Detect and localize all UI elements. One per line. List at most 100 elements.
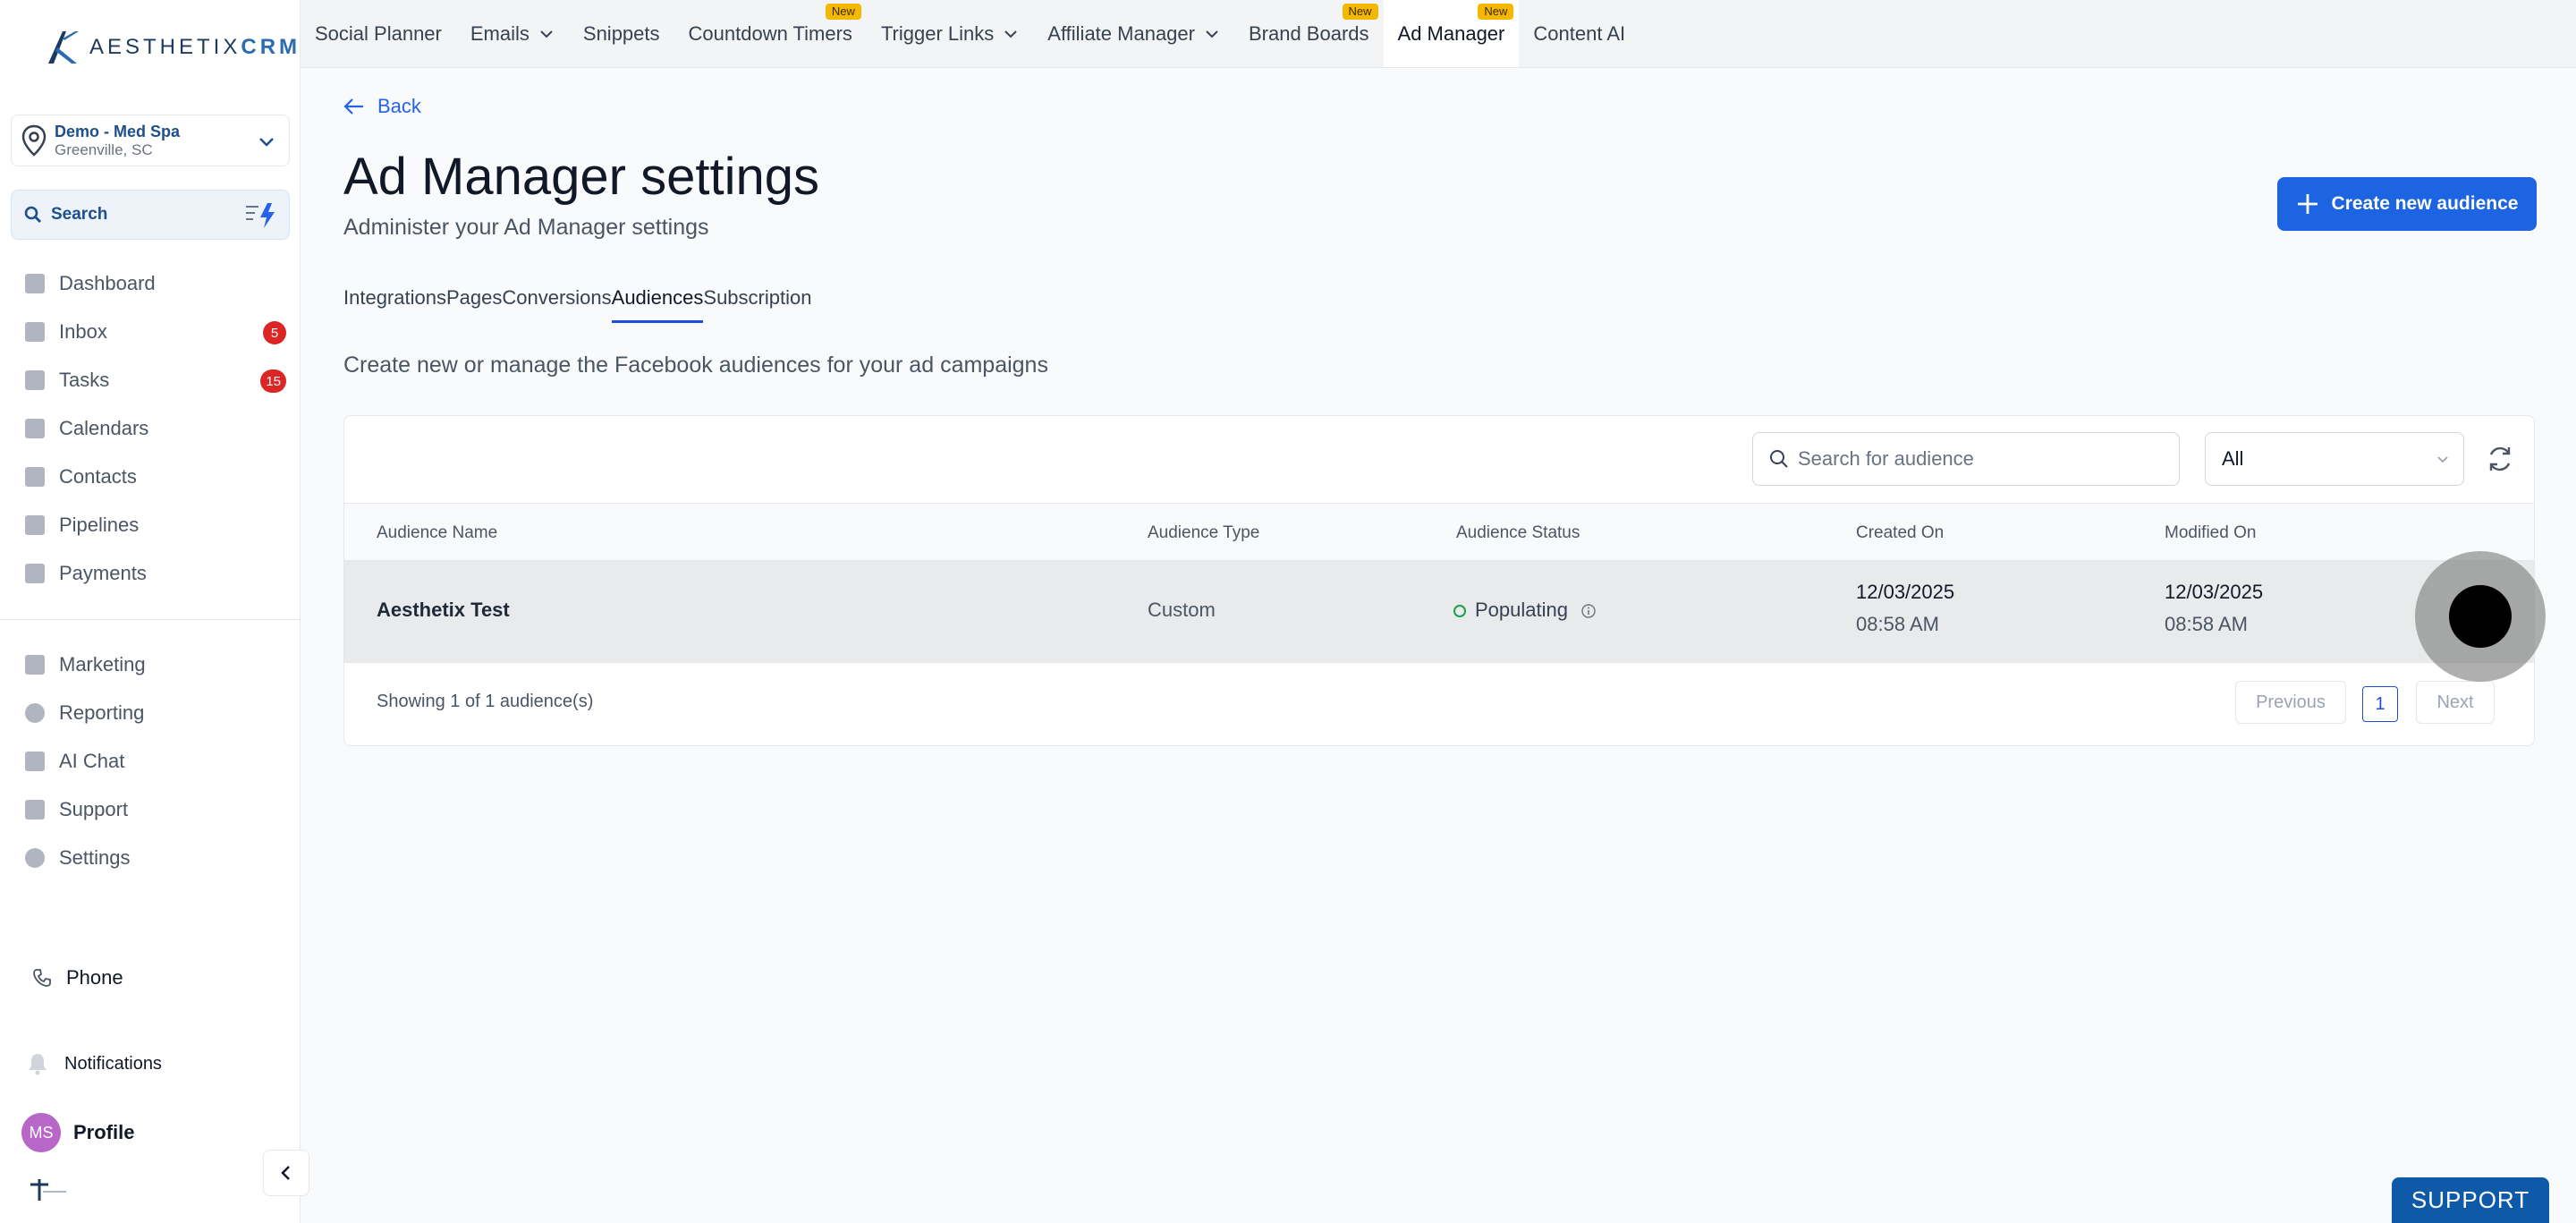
column-header-type[interactable]: Audience Type [1148,523,1259,543]
page-title: Ad Manager settings [343,148,819,206]
topnav-brand-boards[interactable]: Brand Boards New [1234,0,1384,67]
column-header-modified[interactable]: Modified On [2165,523,2256,543]
audience-filter-value: All [2222,447,2244,470]
sidebar: AESTHETIXCRM Demo - Med Spa Greenville, … [0,0,309,1223]
previous-page-button[interactable]: Previous [2235,681,2346,724]
brand-name-bold: CRM [241,35,301,59]
sidebar-item-label: Inbox [59,320,107,343]
sidebar-item-pipelines[interactable]: Pipelines [0,501,301,549]
topnav-snippets[interactable]: Snippets [569,0,674,67]
table-row[interactable]: Aesthetix Test Custom Populating 12/03/2… [344,561,2534,663]
profile-label: Profile [73,1121,135,1143]
topnav-content-ai[interactable]: Content AI [1519,0,1640,67]
audience-type: Custom [1148,599,1216,621]
sidebar-phone[interactable]: Phone [32,966,123,989]
topnav-social-planner[interactable]: Social Planner [301,0,456,67]
brand-logo[interactable]: AESTHETIXCRM [45,27,301,68]
sidebar-item-label: Pipelines [59,514,140,536]
topnav-label: Social Planner [315,21,442,45]
modified-time: 08:58 AM [2165,613,2248,635]
payments-icon [25,564,45,583]
company-mini-logo-icon [30,1179,66,1201]
page-number-button[interactable]: 1 [2362,686,2398,722]
create-audience-label: Create new audience [2331,193,2519,214]
chevron-left-icon [281,1166,290,1180]
tab-subscription[interactable]: Subscription [703,286,811,323]
sidebar-item-payments[interactable]: Payments [0,549,301,598]
info-icon[interactable] [1580,603,1597,619]
refresh-icon[interactable] [2484,443,2516,475]
support-button[interactable]: SUPPORT [2392,1177,2549,1223]
location-name: Demo - Med Spa [55,123,181,140]
tab-conversions[interactable]: Conversions [502,286,611,323]
topnav-countdown-timers[interactable]: Countdown Timers New [674,0,867,67]
audience-search-input[interactable]: Search for audience [1752,432,2180,486]
sidebar-item-support[interactable]: Support [0,786,301,834]
column-header-created[interactable]: Created On [1856,523,1944,543]
create-audience-button[interactable]: Create new audience [2277,177,2537,231]
column-header-status[interactable]: Audience Status [1456,523,1580,543]
app-root: AESTHETIXCRM Demo - Med Spa Greenville, … [0,0,2576,1223]
inbox-count-badge: 5 [263,321,286,344]
logo-mark-icon [48,31,79,64]
topnav-affiliate-manager[interactable]: Affiliate Manager [1033,0,1234,67]
phone-label: Phone [66,966,123,989]
dashboard-icon [25,274,45,293]
phone-icon [33,969,51,987]
sidebar-item-label: Settings [59,846,131,869]
collapse-sidebar-button[interactable] [263,1150,309,1196]
sidebar-item-tasks[interactable]: Tasks 15 [0,356,301,404]
sidebar-item-calendars[interactable]: Calendars [0,404,301,453]
sidebar-item-label: AI Chat [59,750,125,772]
sidebar-notifications[interactable]: Notifications [27,1052,162,1075]
audience-search-placeholder: Search for audience [1798,447,1974,470]
back-link[interactable]: Back [343,95,421,118]
tab-integrations[interactable]: Integrations [343,286,446,323]
status-dot-icon [1453,605,1466,618]
chevron-down-icon [1004,30,1017,38]
sidebar-divider [0,619,301,620]
topnav-trigger-links[interactable]: Trigger Links [867,0,1033,67]
marketing-icon [25,655,45,675]
chevron-down-icon [2437,456,2448,463]
sidebar-item-marketing[interactable]: Marketing [0,641,301,689]
location-switcher[interactable]: Demo - Med Spa Greenville, SC [11,115,290,166]
sidebar-item-contacts[interactable]: Contacts [0,453,301,501]
topnav-label: Content AI [1533,21,1626,45]
column-header-name[interactable]: Audience Name [377,523,497,543]
modified-date: 12/03/2025 [2165,581,2264,603]
audience-filter-select[interactable]: All [2205,432,2464,486]
tab-pages[interactable]: Pages [446,286,502,323]
sidebar-nav-secondary: Marketing Reporting AI Chat Support Sett… [0,641,301,882]
next-page-button[interactable]: Next [2416,681,2495,724]
topnav-emails[interactable]: Emails [456,0,569,67]
audiences-description: Create new or manage the Facebook audien… [343,352,1048,378]
tab-audiences[interactable]: Audiences [611,286,704,323]
topnav-label: Emails [470,21,530,45]
chevron-down-icon [1206,30,1218,38]
brand-name-light: AESTHETIX [89,35,242,59]
settings-icon [25,848,45,868]
audience-status: Populating [1453,599,1597,622]
sidebar-search[interactable]: Search [11,190,290,240]
sidebar-item-reporting[interactable]: Reporting [0,689,301,737]
audiences-card: Search for audience All Audience Name Au… [343,415,2535,746]
sidebar-item-label: Contacts [59,465,137,488]
sidebar-item-label: Marketing [59,653,146,675]
notifications-label: Notifications [64,1053,162,1074]
sidebar-item-dashboard[interactable]: Dashboard [0,259,301,308]
sidebar-item-inbox[interactable]: Inbox 5 [0,308,301,356]
sidebar-item-settings[interactable]: Settings [0,834,301,882]
audience-status-label: Populating [1475,599,1568,621]
search-icon [1770,450,1788,468]
topnav-label: Trigger Links [880,21,995,45]
sidebar-item-label: Calendars [59,417,149,439]
avatar: MS [21,1113,61,1152]
sidebar-profile[interactable]: MS Profile [21,1113,134,1152]
quick-action-bolt-icon[interactable] [244,201,278,230]
bell-icon [29,1054,47,1075]
topnav-ad-manager[interactable]: Ad Manager New [1383,0,1520,67]
sidebar-item-ai-chat[interactable]: AI Chat [0,737,301,786]
top-navigation: Social Planner Emails Snippets Countdown… [301,0,2576,68]
calendar-icon [25,419,45,438]
